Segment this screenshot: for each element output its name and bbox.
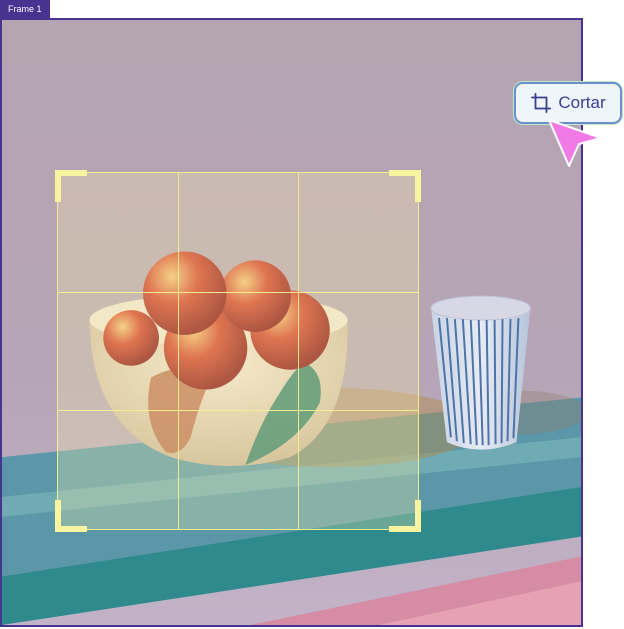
crop-handle-top-left[interactable] <box>55 170 87 202</box>
image-frame[interactable] <box>0 18 583 627</box>
frame-label: Frame 1 <box>0 0 50 18</box>
crop-handle-bottom-right[interactable] <box>389 500 421 532</box>
crop-button-label: Cortar <box>558 93 606 112</box>
pointer-cursor-icon <box>548 119 602 167</box>
crop-grid-line <box>58 410 418 412</box>
crop-selection[interactable] <box>55 170 421 532</box>
crop-grid-line <box>177 173 179 529</box>
crop-handle-top-right[interactable] <box>389 170 421 202</box>
crop-grid-line <box>58 291 418 293</box>
crop-handle-bottom-left[interactable] <box>55 500 87 532</box>
crop-icon <box>530 92 552 114</box>
crop-grid-line <box>297 173 299 529</box>
